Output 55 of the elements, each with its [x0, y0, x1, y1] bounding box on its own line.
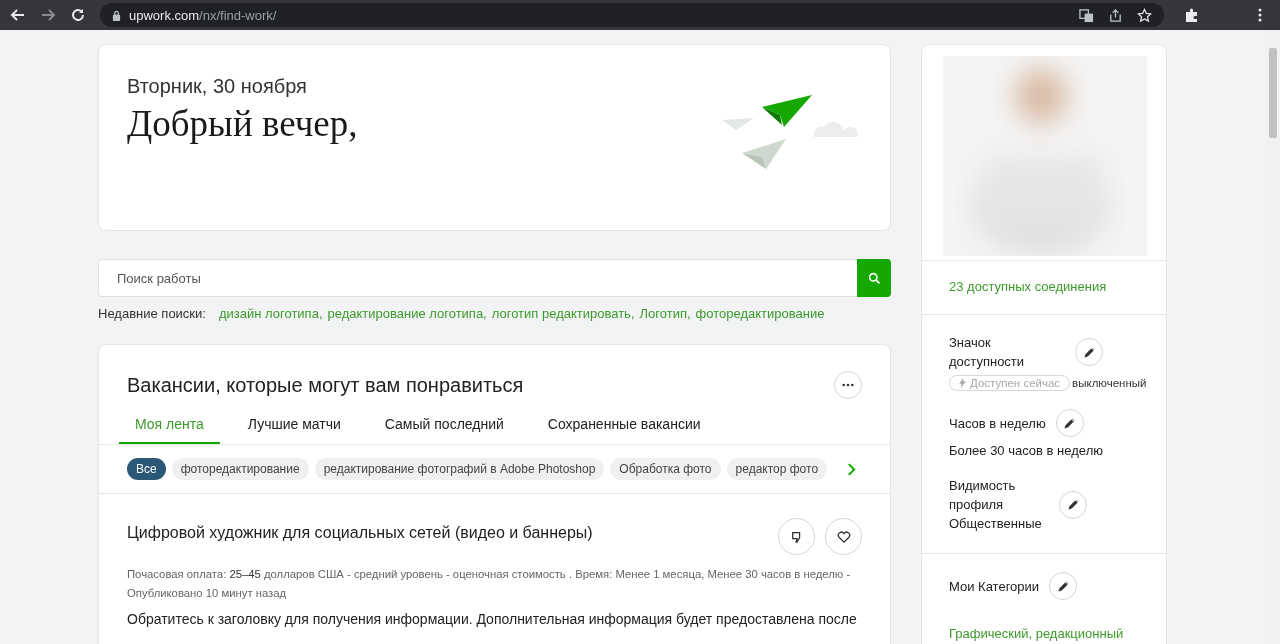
hours-value: Более 30 часов в неделю	[949, 443, 1104, 458]
share-icon[interactable]	[1108, 7, 1123, 23]
hours-label: Часов в неделю	[949, 414, 1046, 433]
lightning-icon	[959, 378, 966, 388]
chevron-right-icon[interactable]	[847, 462, 857, 476]
pencil-icon	[1067, 499, 1079, 510]
menu-icon[interactable]	[1258, 7, 1262, 23]
more-icon	[842, 383, 854, 387]
pencil-icon	[1057, 580, 1069, 592]
filter-chip[interactable]: фоторедактирование	[171, 458, 309, 480]
back-icon[interactable]	[10, 7, 26, 23]
puzzle-icon[interactable]	[1184, 7, 1200, 23]
translate-icon[interactable]	[1079, 7, 1094, 23]
filter-chip[interactable]: редактор фото	[726, 458, 828, 480]
filter-chip[interactable]: Все	[127, 458, 166, 480]
availability-label: Значок доступности	[949, 334, 1026, 371]
feed-tab[interactable]: Моя лента	[119, 411, 220, 444]
category-link[interactable]: Графический, редакционный	[949, 626, 1139, 641]
feed-tab[interactable]: Самый последний	[368, 411, 520, 444]
edit-button[interactable]	[1055, 409, 1084, 437]
filter-chip[interactable]: редактирование фотографий в Adobe Photoshop	[314, 458, 605, 480]
url-text: upwork.com/nx/find-work/	[129, 7, 278, 23]
section-title: Вакансии, которые могут вам понравиться	[127, 373, 524, 397]
job-details: Почасовая оплата: 25–45 долларов США - средний уровень - оценочная стоимость . Время: Менее 1 месяца, Менее 30 часов в неделю - Опубликовано 10 минут назад	[127, 567, 852, 601]
edit-button[interactable]	[1049, 572, 1078, 600]
job-description: Обратитесь к заголовку для получения информации. Дополнительная информация будет предоставлена после	[127, 611, 858, 627]
forward-icon[interactable]	[40, 7, 56, 23]
dislike-button[interactable]	[778, 518, 815, 555]
search-button[interactable]	[857, 259, 891, 297]
visibility-value: Общественные	[949, 515, 1043, 533]
categories-label: Мои Категории	[949, 577, 1040, 596]
edit-button[interactable]	[1059, 490, 1087, 519]
pencil-icon	[1064, 417, 1076, 429]
feed-tab[interactable]: Лучшие матчи	[231, 411, 357, 444]
date-text: Вторник, 30 ноября	[127, 75, 308, 98]
scrollbar[interactable]	[1266, 30, 1280, 644]
star-icon[interactable]	[1137, 7, 1152, 23]
reload-icon[interactable]	[70, 7, 86, 23]
recent-searches-label: Недавние поиски:	[98, 306, 206, 321]
pencil-icon	[1083, 346, 1095, 358]
lock-icon	[112, 9, 121, 21]
search-field[interactable]: Поиск работы	[98, 259, 857, 297]
address-bar[interactable]: upwork.com/nx/find-work/	[100, 3, 1164, 27]
job-title[interactable]: Цифровой художник для социальных сетей (видео и баннеры)	[127, 524, 593, 542]
visibility-label: Видимость профиля	[949, 477, 1017, 514]
greeting-title: Добрый вечер,	[127, 102, 358, 145]
save-job-button[interactable]	[825, 518, 862, 555]
search-icon	[867, 271, 881, 285]
connects-link[interactable]: 23 доступных соединения	[949, 279, 1107, 294]
filter-chip[interactable]: Обработка фото	[610, 458, 721, 480]
heart-icon	[836, 530, 851, 543]
availability-status: выключенный	[1072, 377, 1147, 389]
feed-tab[interactable]: Сохраненные вакансии	[531, 411, 717, 444]
edit-button[interactable]	[1075, 338, 1103, 366]
thumbs-down-icon	[790, 530, 803, 543]
